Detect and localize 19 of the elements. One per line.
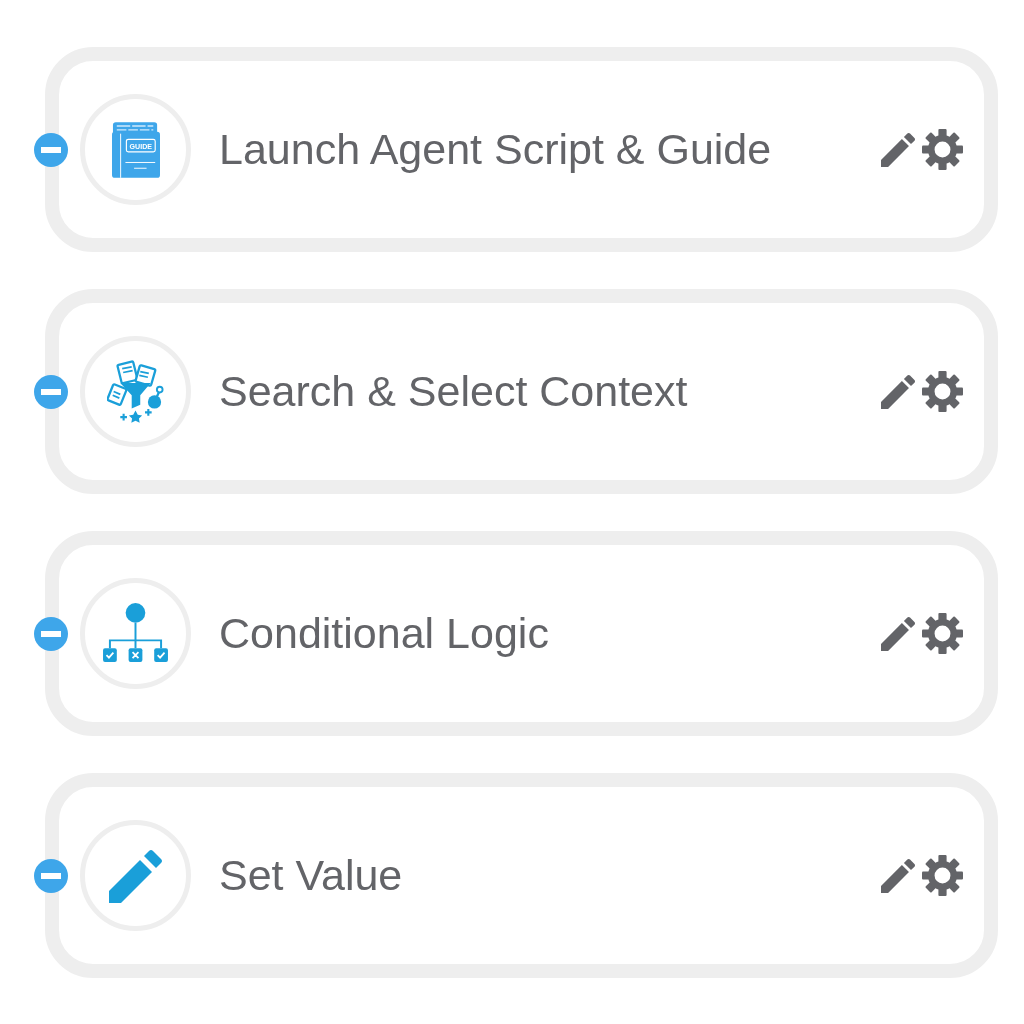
minus-icon[interactable] — [34, 858, 68, 893]
edit-icon[interactable] — [881, 374, 915, 409]
settings-icon[interactable] — [922, 855, 963, 896]
step-title: Conditional Logic — [219, 609, 549, 658]
edit-icon[interactable] — [881, 132, 915, 167]
edit-icon[interactable] — [881, 858, 915, 893]
settings-icon[interactable] — [922, 613, 963, 654]
edit-icon[interactable] — [881, 616, 915, 651]
minus-icon[interactable] — [34, 374, 68, 409]
step-title: Search & Select Context — [219, 367, 688, 416]
pencil-icon — [108, 848, 163, 903]
funnel-documents-icon — [107, 360, 164, 423]
minus-icon[interactable] — [34, 132, 68, 167]
minus-icon[interactable] — [34, 616, 68, 651]
step-title: Set Value — [219, 851, 403, 900]
step-title: Launch Agent Script & Guide — [219, 125, 772, 174]
settings-icon[interactable] — [922, 129, 963, 170]
flowchart-icon — [103, 603, 168, 664]
settings-icon[interactable] — [922, 371, 963, 412]
